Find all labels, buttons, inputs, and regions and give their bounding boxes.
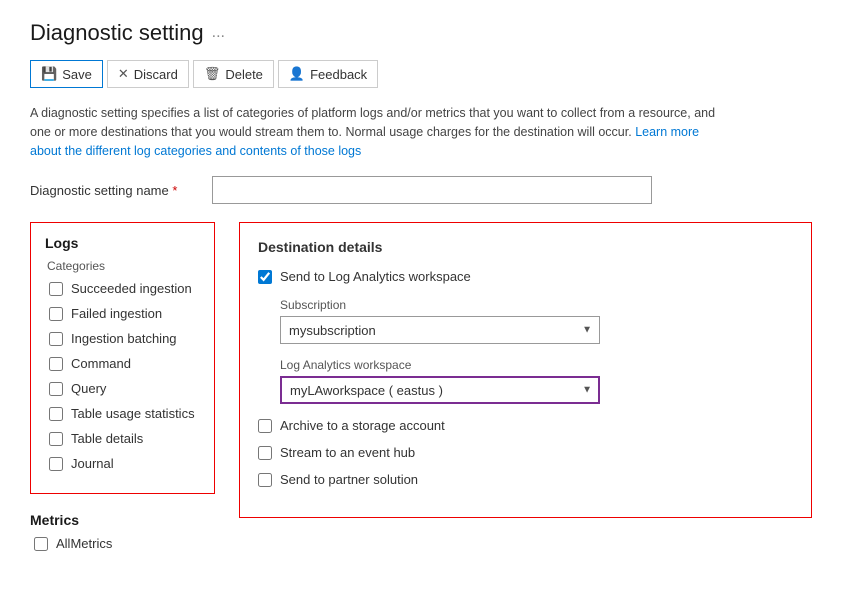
description-body: A diagnostic setting specifies a list of… <box>30 106 715 139</box>
log-item-command: Command <box>45 356 200 371</box>
log-item-failed-ingestion: Failed ingestion <box>45 306 200 321</box>
page-title: Diagnostic setting <box>30 20 204 46</box>
workspace-label: Log Analytics workspace <box>280 358 793 372</box>
destination-section-title: Destination details <box>258 239 793 255</box>
send-log-analytics-label[interactable]: Send to Log Analytics workspace <box>280 269 471 284</box>
log-label-table-details[interactable]: Table details <box>71 431 143 446</box>
metric-checkbox-allmetrics[interactable] <box>34 537 48 551</box>
log-checkbox-table-usage-statistics[interactable] <box>49 407 63 421</box>
metrics-section: Metrics AllMetrics <box>30 512 215 551</box>
save-label: Save <box>62 67 92 82</box>
subscription-label: Subscription <box>280 298 793 312</box>
log-checkbox-command[interactable] <box>49 357 63 371</box>
log-label-query[interactable]: Query <box>71 381 106 396</box>
feedback-icon: 👤 <box>289 66 305 82</box>
stream-event-hub-checkbox[interactable] <box>258 446 272 460</box>
log-label-journal[interactable]: Journal <box>71 456 114 471</box>
log-checkbox-query[interactable] <box>49 382 63 396</box>
archive-storage-row: Archive to a storage account <box>258 418 793 433</box>
delete-button[interactable]: 🗑 Delete <box>193 60 274 88</box>
workspace-select[interactable]: myLAworkspace ( eastus ) <box>280 376 600 404</box>
feedback-label: Feedback <box>310 67 367 82</box>
log-checkbox-failed-ingestion[interactable] <box>49 307 63 321</box>
log-checkbox-succeeded-ingestion[interactable] <box>49 282 63 296</box>
stream-event-hub-label[interactable]: Stream to an event hub <box>280 445 415 460</box>
log-label-succeeded-ingestion[interactable]: Succeeded ingestion <box>71 281 192 296</box>
metrics-section-title: Metrics <box>30 512 215 528</box>
discard-icon: ✕ <box>118 66 129 82</box>
send-log-analytics-row: Send to Log Analytics workspace <box>258 269 793 284</box>
page-title-row: Diagnostic setting ... <box>30 20 812 46</box>
log-item-succeeded-ingestion: Succeeded ingestion <box>45 281 200 296</box>
categories-label: Categories <box>45 259 200 273</box>
workspace-field-group: Log Analytics workspace myLAworkspace ( … <box>280 358 793 404</box>
name-field-label: Diagnostic setting name * <box>30 183 200 198</box>
delete-icon: 🗑 <box>204 66 221 82</box>
send-log-analytics-checkbox[interactable] <box>258 270 272 284</box>
send-partner-checkbox[interactable] <box>258 473 272 487</box>
required-marker: * <box>172 183 177 198</box>
log-checkbox-table-details[interactable] <box>49 432 63 446</box>
log-item-table-details: Table details <box>45 431 200 446</box>
diagnostic-setting-name-input[interactable] <box>212 176 652 204</box>
metric-label-allmetrics[interactable]: AllMetrics <box>56 536 112 551</box>
log-label-table-usage-statistics[interactable]: Table usage statistics <box>71 406 195 421</box>
log-label-command[interactable]: Command <box>71 356 131 371</box>
archive-storage-label[interactable]: Archive to a storage account <box>280 418 445 433</box>
workspace-select-wrapper: myLAworkspace ( eastus ) ▼ <box>280 376 600 404</box>
save-button[interactable]: 💾 Save <box>30 60 103 88</box>
page-title-ellipsis[interactable]: ... <box>212 24 225 42</box>
subscription-select-wrapper: mysubscription ▼ <box>280 316 600 344</box>
send-partner-row: Send to partner solution <box>258 472 793 487</box>
left-panel: Logs Categories Succeeded ingestion Fail… <box>30 222 215 561</box>
log-item-ingestion-batching: Ingestion batching <box>45 331 200 346</box>
logs-section-title: Logs <box>45 235 200 251</box>
discard-label: Discard <box>134 67 178 82</box>
logs-section: Logs Categories Succeeded ingestion Fail… <box>30 222 215 494</box>
subscription-select[interactable]: mysubscription <box>280 316 600 344</box>
log-item-table-usage-statistics: Table usage statistics <box>45 406 200 421</box>
log-checkbox-ingestion-batching[interactable] <box>49 332 63 346</box>
log-item-query: Query <box>45 381 200 396</box>
log-label-failed-ingestion[interactable]: Failed ingestion <box>71 306 162 321</box>
send-partner-label[interactable]: Send to partner solution <box>280 472 418 487</box>
discard-button[interactable]: ✕ Discard <box>107 60 189 88</box>
feedback-button[interactable]: 👤 Feedback <box>278 60 378 88</box>
stream-event-hub-row: Stream to an event hub <box>258 445 793 460</box>
log-label-ingestion-batching[interactable]: Ingestion batching <box>71 331 177 346</box>
delete-label: Delete <box>225 67 263 82</box>
subscription-field-group: Subscription mysubscription ▼ <box>280 298 793 344</box>
toolbar: 💾 Save ✕ Discard 🗑 Delete 👤 Feedback <box>30 60 812 88</box>
archive-storage-checkbox[interactable] <box>258 419 272 433</box>
log-item-journal: Journal <box>45 456 200 471</box>
name-field-row: Diagnostic setting name * <box>30 176 812 204</box>
save-icon: 💾 <box>41 66 57 82</box>
destination-section: Destination details Send to Log Analytic… <box>239 222 812 518</box>
log-checkbox-journal[interactable] <box>49 457 63 471</box>
metric-item-allmetrics: AllMetrics <box>30 536 215 551</box>
main-layout: Logs Categories Succeeded ingestion Fail… <box>30 222 812 561</box>
description-text: A diagnostic setting specifies a list of… <box>30 104 730 160</box>
